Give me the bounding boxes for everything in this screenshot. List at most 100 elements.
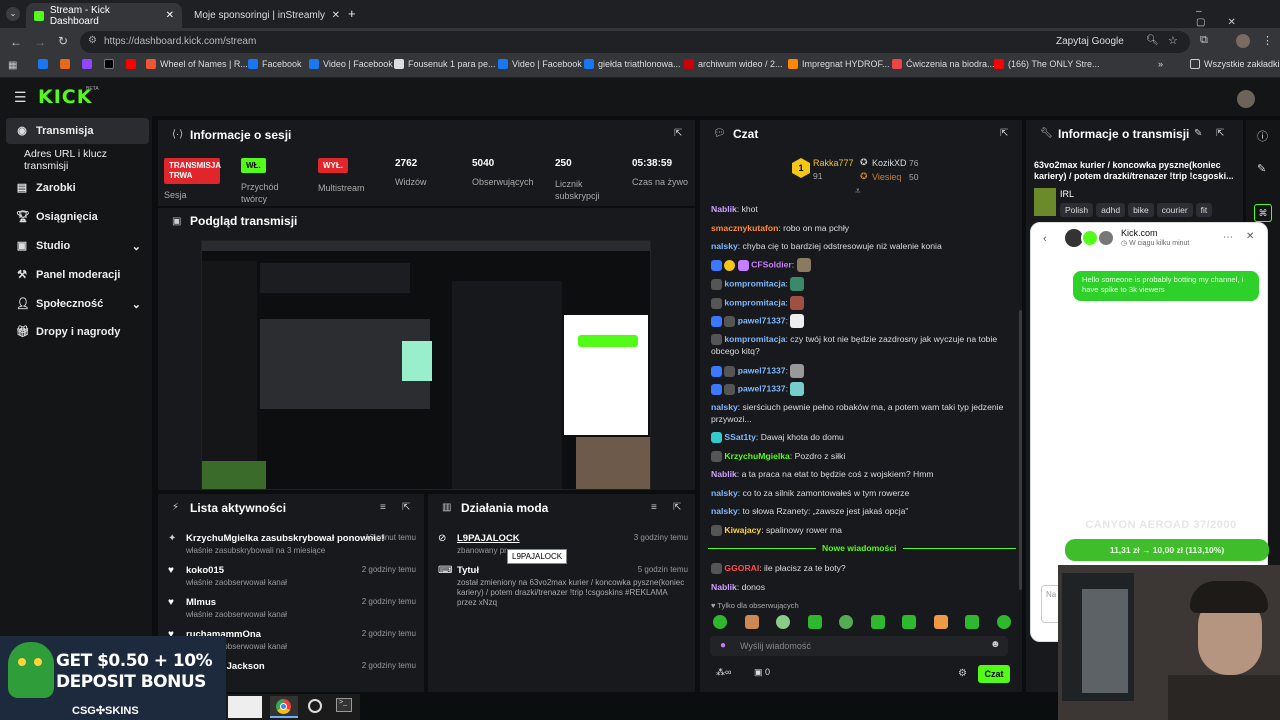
window-controls[interactable]: –▢✕ [1196, 6, 1280, 28]
chat-user[interactable]: Nablik [711, 469, 737, 479]
bookmarks-overflow-icon[interactable]: » [1158, 59, 1163, 69]
chat-user[interactable]: Nablik [711, 204, 737, 214]
sidebar-item-zarobki[interactable]: ▤ Zarobki [6, 175, 149, 201]
sidebar-item-osiagniecia[interactable]: 🏆︎ Osiągnięcia [6, 204, 149, 230]
chat-user[interactable]: pawel71337 [738, 383, 786, 393]
chat-user[interactable]: kompromitacja [724, 297, 785, 307]
chat-send-button[interactable]: Czat [978, 665, 1010, 683]
mod-action-user[interactable]: L9PAJALOCK [457, 533, 520, 544]
popout-icon[interactable]: ⇱ [1000, 128, 1008, 139]
chat-user[interactable]: kompromitacja [724, 278, 785, 288]
bookmark-item[interactable] [82, 59, 92, 69]
sidebar-item-transmisja[interactable]: ◉ Transmisja [6, 118, 149, 144]
emote-icon[interactable] [965, 615, 980, 629]
chat-user[interactable]: Nablik [711, 582, 737, 592]
chat-user[interactable]: pawel71337 [738, 365, 786, 375]
microphone-icon[interactable]: ● [720, 640, 726, 651]
user-avatar[interactable] [1237, 90, 1255, 108]
filter-icon[interactable]: ≡ [651, 502, 657, 513]
new-tab-icon[interactable]: + [348, 6, 356, 21]
tool-icon[interactable]: ⌘ [1254, 204, 1272, 222]
chat-user[interactable]: smacznykutafon [711, 223, 778, 233]
chat-user[interactable]: kompromitacja [724, 334, 785, 344]
hamburger-icon[interactable]: ☰ [14, 89, 27, 106]
more-icon[interactable]: ⋯ [1223, 232, 1233, 243]
emote-icon[interactable] [933, 615, 948, 629]
bookmark-item[interactable] [38, 59, 48, 69]
emote-icon[interactable] [713, 615, 727, 629]
site-info-icon[interactable]: ⚙ [88, 35, 97, 46]
chat-user[interactable]: GGORAI [724, 563, 759, 573]
emoji-icon[interactable]: ☻ [990, 639, 1001, 650]
tab-instreamly[interactable]: Moje sponsoringi | inStreamly ✕ [186, 3, 348, 28]
bookmark-item[interactable] [60, 59, 70, 69]
kick-logo[interactable]: KICK [38, 86, 92, 108]
taskbar-app[interactable] [228, 696, 262, 718]
extensions-icon[interactable]: ⧉ [1200, 34, 1208, 47]
apps-icon[interactable]: ▦ [8, 60, 17, 71]
chat-input[interactable]: ● Wyślij wiadomość ☻ [710, 636, 1008, 656]
close-icon[interactable]: ✕ [166, 10, 174, 21]
sidebar-item-url-key[interactable]: Adres URL i klucz transmisji [6, 147, 149, 173]
terminal-taskbar-icon[interactable]: >_ [336, 698, 352, 712]
sidebar-item-panel-moderacji[interactable]: ⚒ Panel moderacji [6, 262, 149, 288]
star-icon[interactable]: ☆ [1168, 34, 1178, 47]
chat-user[interactable]: nalsky [711, 506, 738, 516]
chat-points[interactable]: ⁂∞ [716, 667, 731, 678]
settings-icon[interactable]: ⚙ [958, 668, 967, 679]
emote-icon[interactable] [807, 615, 822, 629]
bookmark-item[interactable]: Video | Facebook [498, 59, 582, 69]
back-icon[interactable]: ‹ [1043, 233, 1047, 245]
chrome-taskbar-icon[interactable] [270, 696, 298, 718]
all-bookmarks[interactable]: Wszystkie zakładki [1190, 59, 1280, 69]
expand-icon[interactable]: ⩡ [855, 186, 861, 197]
chat-user[interactable]: Kiwajacy [724, 525, 761, 535]
menu-icon[interactable]: ⋮ [1262, 34, 1273, 47]
back-icon[interactable]: ← [10, 35, 22, 49]
bookmark-item[interactable]: Ćwiczenia na biodra... [892, 59, 995, 69]
popout-icon[interactable]: ⇱ [673, 502, 681, 513]
popout-icon[interactable]: ⇱ [674, 128, 682, 139]
bookmark-item[interactable]: (166) The ONLY Stre... [994, 59, 1100, 69]
zoom-icon[interactable]: 🔍︎ [1146, 35, 1159, 46]
edit-icon[interactable]: ✎ [1194, 128, 1202, 139]
filter-icon[interactable]: ≡ [380, 502, 386, 513]
tab-search-icon[interactable]: ⌄ [6, 7, 20, 21]
profile-avatar[interactable] [1236, 34, 1250, 48]
bookmark-item[interactable]: archiwum wideo / 2... [684, 59, 783, 69]
bookmark-item[interactable]: Fousenuk 1 para pe... [394, 59, 496, 69]
close-icon[interactable]: ✕ [1246, 231, 1254, 242]
sidebar-item-dropy[interactable]: 🎁︎ Dropy i nagrody [6, 319, 149, 345]
chat-user[interactable]: pawel71337 [738, 315, 786, 325]
chat-gifts[interactable]: ▣ 0 [754, 667, 770, 678]
info-icon[interactable]: ⓘ [1257, 128, 1268, 144]
bookmark-item[interactable]: Impregnat HYDROF... [788, 59, 890, 69]
chat-scrollbar[interactable] [1019, 310, 1022, 590]
bookmark-item[interactable] [104, 59, 114, 69]
close-icon[interactable]: ✕ [332, 10, 340, 21]
chat-user[interactable]: KrzychuMgielka [724, 451, 789, 461]
emote-icon[interactable] [902, 615, 917, 629]
sidebar-item-spolecznosc[interactable]: 👤︎ Społeczność ⌄ [6, 291, 149, 317]
emote-icon[interactable] [996, 615, 1011, 629]
emote-icon[interactable] [839, 615, 854, 629]
forward-icon[interactable]: → [34, 35, 46, 49]
url-field[interactable]: ⚙ https://dashboard.kick.com/stream Zapy… [80, 31, 1190, 53]
sidebar-item-studio[interactable]: ▣ Studio ⌄ [6, 233, 149, 259]
ask-google[interactable]: Zapytaj Google [1056, 36, 1124, 47]
emote-icon[interactable] [776, 615, 791, 629]
bookmark-item[interactable]: Wheel of Names | R... [146, 59, 248, 69]
bookmark-item[interactable]: giełda triathlonowa... [584, 59, 681, 69]
reload-icon[interactable]: ↻ [58, 34, 68, 48]
popout-icon[interactable]: ⇱ [1216, 128, 1224, 139]
emote-icon[interactable] [744, 615, 759, 629]
obs-taskbar-icon[interactable] [308, 699, 322, 713]
chat-user[interactable]: CFSoldier [751, 259, 792, 269]
tab-kick-dashboard[interactable]: Stream - Kick Dashboard ✕ [26, 3, 182, 28]
bookmark-item[interactable] [126, 59, 136, 69]
bookmark-item[interactable]: Facebook [248, 59, 302, 69]
stream-preview-video[interactable] [201, 240, 651, 490]
edit-icon[interactable]: ✎ [1257, 162, 1266, 175]
chat-user[interactable]: nalsky [711, 241, 738, 251]
chat-user[interactable]: nalsky [711, 488, 738, 498]
